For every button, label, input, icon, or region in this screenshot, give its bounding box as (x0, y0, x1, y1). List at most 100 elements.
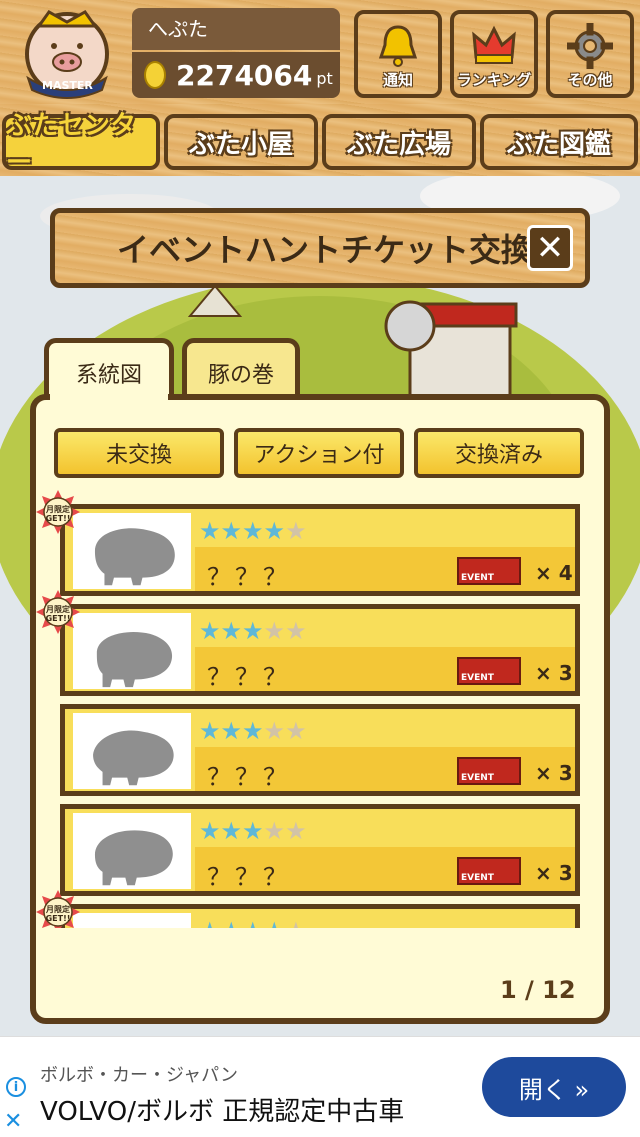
list-item[interactable]: ★★★★★ ？？？ EVENT × 3 (60, 604, 580, 696)
star-icon: ★ (242, 517, 264, 545)
avatar[interactable]: MASTER (14, 6, 120, 100)
nav-tab-buta-koya[interactable]: ぶた小屋 (164, 114, 318, 170)
list-item[interactable]: ★★★★★ ？？？ EVENT × 3 (60, 804, 580, 896)
ticket-count: × 3 (535, 761, 573, 785)
star-icon: ★ (263, 617, 286, 645)
sub-tab-label: 豚の巻 (207, 362, 274, 388)
item-name: ？？？ (207, 763, 291, 791)
close-icon: ✕ (535, 228, 565, 268)
ticket-count: × 4 (535, 561, 573, 585)
filter-exchanged-button[interactable]: 交換済み (414, 428, 584, 478)
star-icon: ★ (285, 517, 307, 545)
nav-tab-buta-zukan[interactable]: ぶた図鑑 (480, 114, 638, 170)
username: へぷた (132, 8, 340, 50)
list-item[interactable]: ★★★★★？？？EVENT (60, 904, 580, 928)
main-nav: ぶたセンター ぶた小屋 ぶた広場 ぶた図鑑 (0, 104, 640, 178)
star-icon: ★ (242, 617, 264, 645)
notification-button[interactable]: 通知 (354, 10, 442, 98)
star-icon: ★ (199, 517, 221, 545)
star-icon: ★ (285, 717, 307, 745)
list-item[interactable]: ★★★★★？？？ EVENT × 3 (60, 704, 580, 796)
page-indicator: 1 / 12 (500, 976, 576, 1004)
points-value: 2274064 (176, 58, 313, 92)
badge-label: 月限定 GET!! (45, 505, 71, 523)
pig-silhouette-thumbnail (73, 513, 191, 589)
crown-icon (472, 25, 516, 64)
sub-tab-keitouzu[interactable]: 系統図 (44, 338, 174, 402)
badge-label: 月限定 GET!! (45, 905, 71, 923)
close-button[interactable]: ✕ (527, 225, 573, 271)
star-icon: ★ (220, 717, 243, 745)
event-ticket-icon: EVENT (457, 557, 521, 585)
user-info: へぷた 2274064 pt (132, 8, 340, 98)
star-icon: ★ (220, 817, 243, 845)
star-icon: ★ (221, 917, 243, 928)
nav-tab-buta-center[interactable]: ぶたセンター (2, 111, 160, 178)
bell-icon (378, 25, 418, 67)
filter-label: 交換済み (454, 443, 543, 468)
sub-tab-buta-no-maki[interactable]: 豚の巻 (182, 338, 300, 402)
star-icon: ★ (220, 517, 243, 545)
ad-close-icon[interactable]: ✕ (4, 1109, 22, 1134)
points-display: 2274064 pt (132, 52, 340, 98)
ticket-count: × 3 (535, 861, 573, 885)
dialog-title: イベントハントチケット交換所 (117, 231, 566, 269)
pig-silhouette-thumbnail (73, 813, 191, 889)
nav-tab-label: ぶた広場 (346, 129, 451, 160)
ad-info-icon[interactable]: i (6, 1077, 26, 1097)
nav-tab-label: ぶた小屋 (188, 129, 293, 160)
pig-silhouette-thumbnail (73, 913, 191, 928)
star-icon: ★ (285, 917, 307, 928)
rarity-stars: ★★★★★ (199, 917, 307, 928)
event-ticket-icon: EVENT (457, 657, 521, 685)
sub-tab-label: 系統図 (75, 362, 142, 388)
rarity-stars: ★★★★★ (199, 817, 307, 845)
item-name: ？？？ (207, 863, 291, 891)
star-icon: ★ (263, 717, 286, 745)
filter-label: 未交換 (105, 443, 172, 468)
filter-label: アクション付 (253, 443, 385, 468)
monthly-limited-badge: 月限定 GET!! (36, 890, 80, 928)
rarity-stars: ★★★★★ (199, 717, 307, 745)
other-button[interactable]: その他 (546, 10, 634, 98)
monthly-limited-badge: 月限定 GET!! (36, 590, 80, 634)
ranking-button[interactable]: ランキング (450, 10, 538, 98)
monthly-limited-badge: 月限定 GET!! (36, 490, 80, 534)
nav-tab-label: ぶたセンター (6, 111, 137, 178)
ad-banner[interactable]: i ✕ ボルボ・カー・ジャパン VOLVO/ボルボ 正規認定中古車 開く » (0, 1036, 640, 1137)
rarity-stars: ★★★★★ (199, 617, 307, 645)
nav-tab-buta-hiroba[interactable]: ぶた広場 (322, 114, 476, 170)
ranking-label: ランキング (456, 71, 532, 89)
nav-tab-label: ぶた図鑑 (506, 129, 611, 160)
dialog-title-bar: イベントハントチケット交換所 ✕ (50, 208, 590, 288)
event-ticket-icon: EVENT (457, 857, 521, 885)
item-name: ？？？ (207, 563, 291, 591)
star-icon: ★ (242, 917, 264, 928)
star-icon: ★ (242, 817, 264, 845)
list-item[interactable]: ★★★★★？？？ EVENT × 4 (60, 504, 580, 596)
item-list[interactable]: ★★★★★？？？ EVENT × 4 月限定 GET!! ★★★★★？？？ EVENT × … (36, 490, 604, 928)
pig-silhouette-thumbnail (73, 613, 191, 689)
ad-headline: VOLVO/ボルボ 正規認定中古車 (40, 1097, 405, 1127)
filter-unexchanged-button[interactable]: 未交換 (54, 428, 224, 478)
master-badge: MASTER (42, 79, 93, 92)
coin-icon (144, 61, 166, 89)
ticket-count: × 3 (535, 661, 573, 685)
event-ticket-icon: EVENT (457, 757, 521, 785)
filter-with-action-button[interactable]: アクション付 (234, 428, 404, 478)
star-icon: ★ (199, 817, 221, 845)
item-name: ？？？ (207, 663, 291, 691)
top-bar: MASTER へぷた 2274064 pt 通知 ランキング その他 (0, 0, 640, 104)
star-icon: ★ (199, 917, 221, 928)
notification-label: 通知 (382, 71, 413, 89)
rarity-stars: ★★★★★ (199, 517, 307, 545)
ad-open-button[interactable]: 開く » (482, 1057, 626, 1117)
points-unit: pt (316, 68, 333, 88)
star-icon: ★ (263, 517, 286, 545)
gear-icon (567, 23, 613, 69)
pig-silhouette-thumbnail (73, 713, 191, 789)
star-icon: ★ (264, 917, 286, 928)
star-icon: ★ (199, 717, 221, 745)
star-icon: ★ (242, 717, 264, 745)
other-label: その他 (567, 71, 613, 89)
